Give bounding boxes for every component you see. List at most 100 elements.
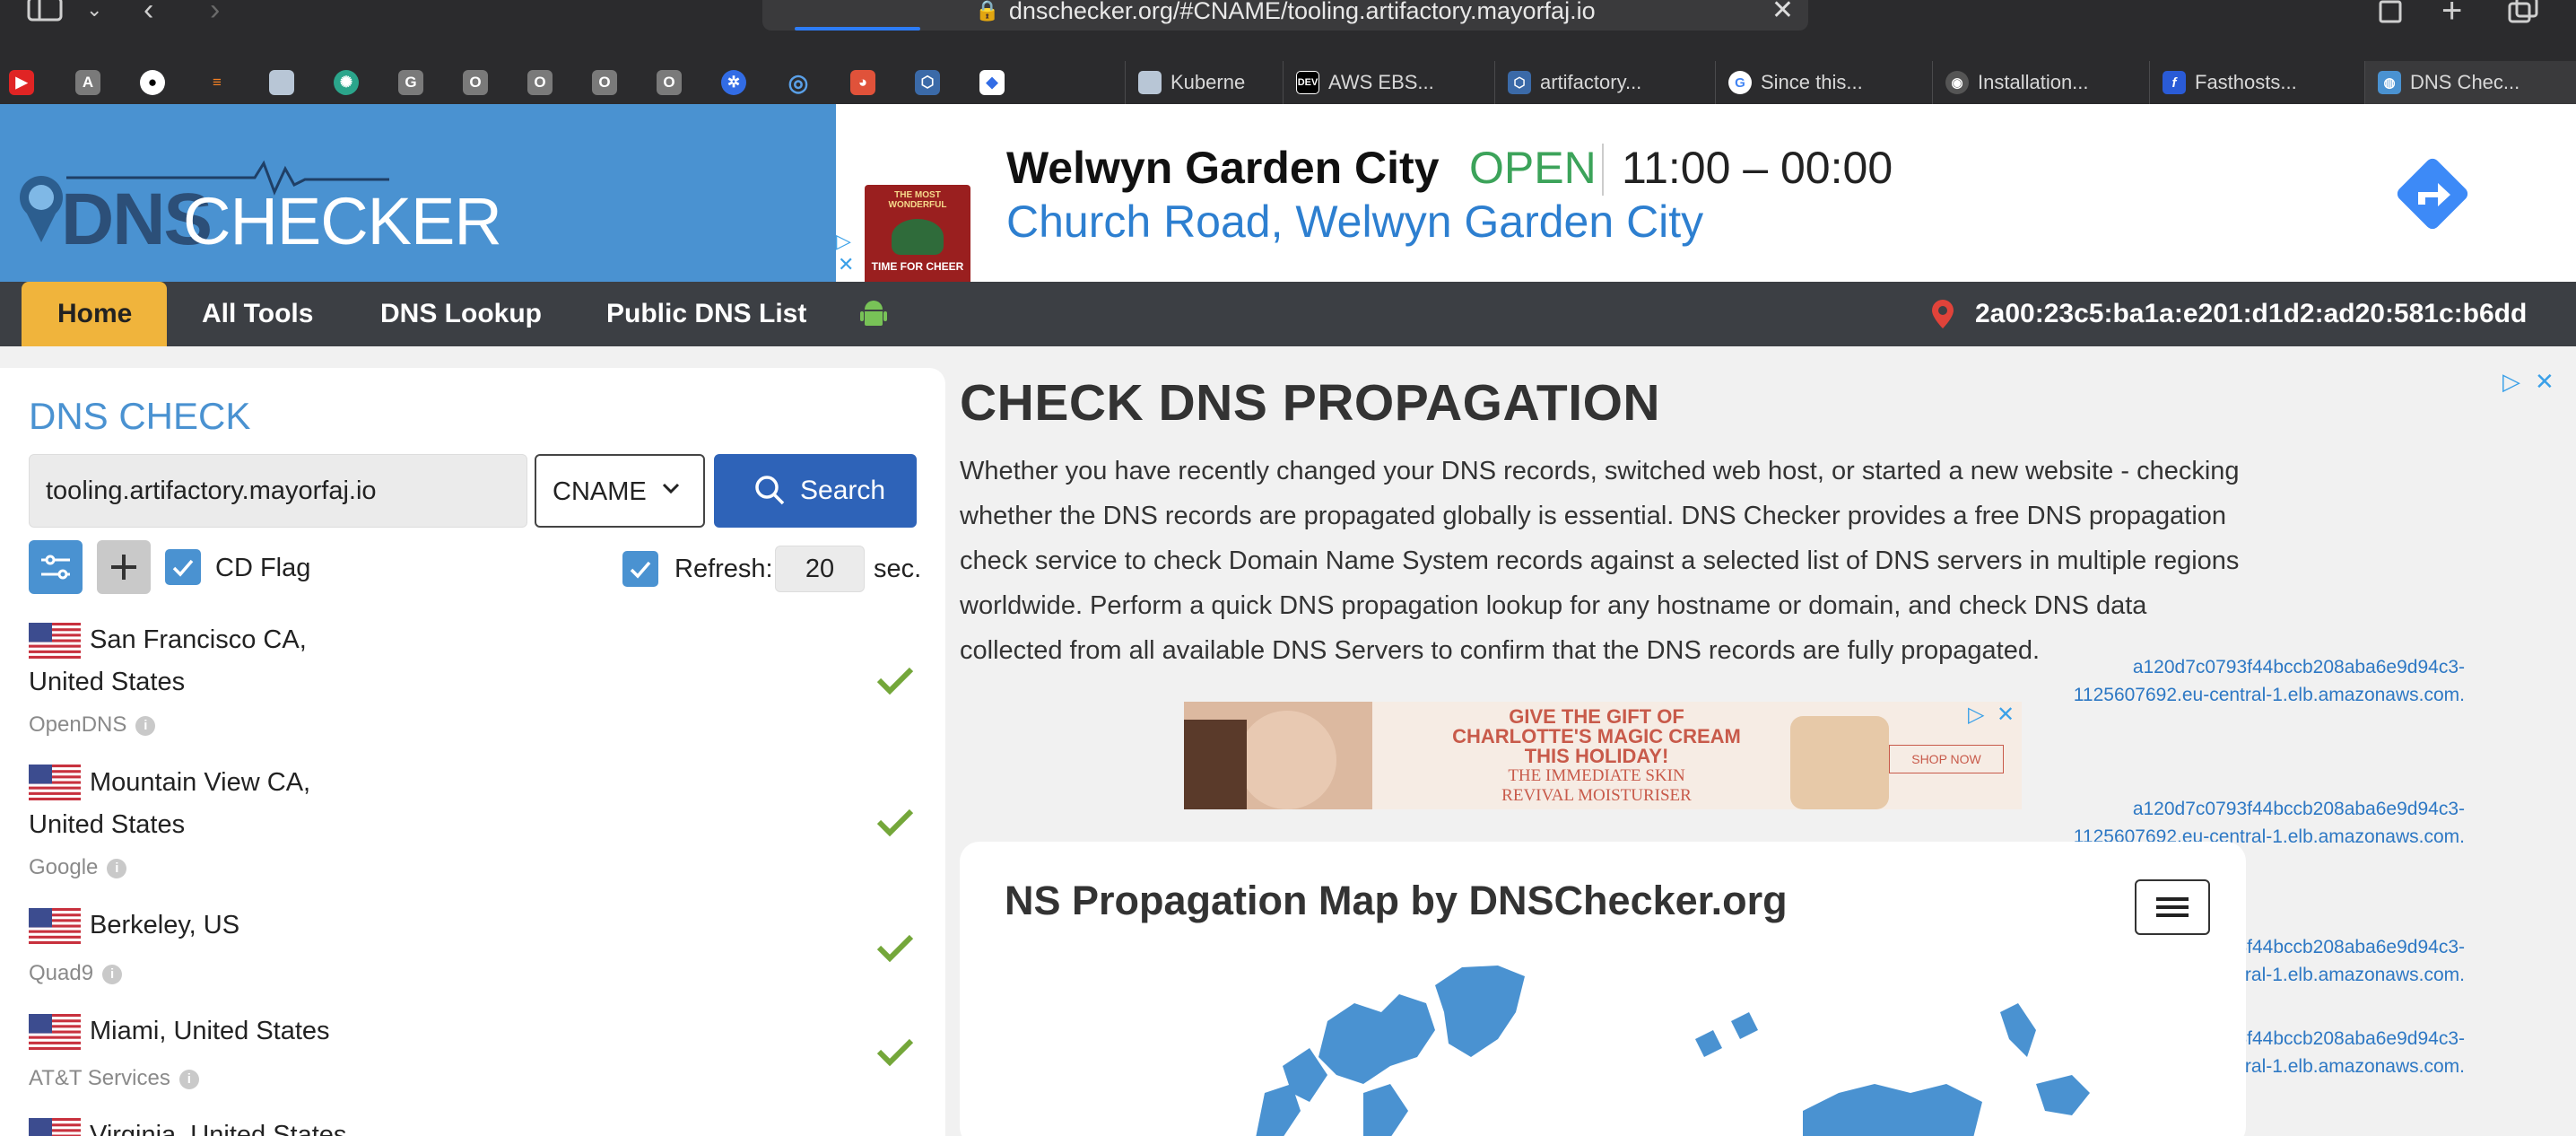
plus-icon <box>111 555 136 580</box>
tab-overview-icon[interactable] <box>2508 0 2538 31</box>
result-provider: Google i <box>29 855 127 880</box>
nav-dns-lookup[interactable]: DNS Lookup <box>380 282 542 346</box>
fasthosts-icon: f <box>2163 71 2186 94</box>
nav-all-tools[interactable]: All Tools <box>202 282 313 346</box>
tab-fasthosts[interactable]: f Fasthosts... <box>2149 61 2364 104</box>
adchoices-icon[interactable]: ▷ <box>2502 368 2520 396</box>
sliders-icon <box>41 555 70 580</box>
info-icon[interactable]: i <box>178 1069 199 1089</box>
site-header: DNS CHECKER <box>0 104 836 282</box>
tab-title: DNS Chec... <box>2410 71 2520 93</box>
url-text: dnschecker.org/#CNAME/tooling.artifactor… <box>1008 0 1596 24</box>
middle-advertisement[interactable]: GIVE THE GIFT OF CHARLOTTE'S MAGIC CREAM… <box>1184 702 2022 809</box>
tab-artifactory[interactable]: ⬡ artifactory... <box>1494 61 1715 104</box>
ad-copy-line: THIS HOLIDAY! <box>1524 745 1669 767</box>
directions-icon[interactable] <box>2391 153 2474 235</box>
result-location: Miami, United States <box>90 1017 330 1045</box>
ad-image-caption: TIME FOR CHEER <box>871 260 964 273</box>
share-icon[interactable] <box>2377 0 2404 31</box>
refresh-interval-input[interactable]: 20 <box>775 546 865 592</box>
tab-since-this[interactable]: G Since this... <box>1715 61 1932 104</box>
adchoices-icon[interactable]: ▷ <box>1968 702 1984 728</box>
adchoices-icon[interactable]: ▷ <box>836 230 851 253</box>
tab-favicon: ◉ <box>1945 71 1969 94</box>
settings-sliders-button[interactable] <box>29 540 83 594</box>
checkmark-icon <box>876 1038 914 1067</box>
world-map[interactable] <box>1229 958 2126 1136</box>
search-button-label: Search <box>800 476 886 505</box>
checkmark-icon <box>172 559 194 577</box>
ad-close-icon[interactable]: ✕ <box>1997 702 2015 728</box>
dev-icon: DEV <box>1296 71 1319 94</box>
info-icon[interactable]: i <box>135 715 156 736</box>
page-description: Whether you have recently changed your D… <box>960 457 2240 665</box>
nav-public-dns-list[interactable]: Public DNS List <box>606 282 806 346</box>
ad-product-image <box>1790 716 1889 809</box>
android-icon[interactable] <box>859 282 888 346</box>
top-advertisement[interactable]: ▷ ✕ THE MOST WONDERFUL TIME FOR CHEER We… <box>836 104 2576 291</box>
user-ip-address: 2a00:23c5:ba1a:e201:d1d2:ad20:581c:b6dd <box>1975 299 2528 328</box>
map-menu-button[interactable] <box>2135 879 2210 935</box>
ad-open-status: OPEN <box>1469 143 1597 193</box>
tab-dns-checker[interactable]: ◍ DNS Chec... <box>2364 61 2576 104</box>
back-icon[interactable]: ‹ <box>144 0 153 28</box>
record-type-select[interactable]: CNAME <box>535 454 705 528</box>
nav-home[interactable]: Home <box>57 282 132 346</box>
tab-title: Kuberne <box>1171 71 1246 93</box>
browser-chrome: ⌄ ‹ › 🔒 dnschecker.org/#CNAME/tooling.ar… <box>0 0 2576 104</box>
record-type-value: CNAME <box>553 477 647 506</box>
ad-image: THE MOST WONDERFUL TIME FOR CHEER <box>865 185 970 291</box>
tab-favicon: ⬡ <box>1508 71 1531 94</box>
checkmark-icon <box>876 808 914 837</box>
result-provider: OpenDNS i <box>29 712 156 738</box>
result-provider-name: OpenDNS <box>29 712 127 737</box>
checkmark-icon <box>876 667 914 695</box>
domain-input[interactable]: tooling.artifactory.mayorfaj.io <box>29 454 527 528</box>
ad-copy: GIVE THE GIFT OF CHARLOTTE'S MAGIC CREAM… <box>1417 707 1776 806</box>
page-title: CHECK DNS PROPAGATION <box>960 374 1661 432</box>
tab-favicon <box>1138 71 1162 94</box>
us-flag-icon <box>29 623 81 659</box>
chevron-down-icon[interactable]: ⌄ <box>86 0 102 22</box>
domain-input-value: tooling.artifactory.mayorfaj.io <box>46 476 377 505</box>
ad-close-icon[interactable]: ✕ <box>2535 368 2554 396</box>
tab-aws-ebs[interactable]: DEV AWS EBS... <box>1283 61 1494 104</box>
dnschecker-logo[interactable]: DNS CHECKER <box>13 160 502 258</box>
ad-image-top-text: THE MOST WONDERFUL <box>888 190 947 210</box>
cd-flag-checkbox[interactable] <box>165 549 201 585</box>
ad-headline: Welwyn Garden City <box>1006 143 1440 193</box>
forward-icon[interactable]: › <box>210 0 220 28</box>
result-location: San Francisco CA, <box>90 625 307 654</box>
tab-installation[interactable]: ◉ Installation... <box>1932 61 2149 104</box>
propagation-map-card: NS Propagation Map by DNSChecker.org <box>960 842 2246 1136</box>
us-flag-icon <box>29 908 81 944</box>
info-icon[interactable]: i <box>102 964 123 984</box>
ad-image-decoration <box>892 219 944 255</box>
result-location-line2: United States <box>29 668 186 696</box>
ad-close-icon[interactable]: ✕ <box>838 253 854 276</box>
search-button[interactable]: Search <box>714 454 917 528</box>
checkmark-icon <box>630 561 651 579</box>
close-icon[interactable]: ✕ <box>1771 0 1794 26</box>
result-provider-name: Quad9 <box>29 961 94 985</box>
load-progress <box>795 27 920 31</box>
new-tab-icon[interactable]: + <box>2441 0 2462 31</box>
result-location: Mountain View CA, <box>90 768 311 797</box>
tab-kubernetes[interactable]: Kuberne <box>1125 61 1283 104</box>
ad-image-decoration <box>1238 711 1336 809</box>
map-title: NS Propagation Map by DNSChecker.org <box>1005 878 1788 923</box>
result-provider: AT&T Services i <box>29 1066 199 1091</box>
checkmark-icon <box>876 934 914 963</box>
sidebar-toggle-icon[interactable] <box>27 0 63 31</box>
refresh-checkbox[interactable] <box>622 551 658 587</box>
ad-shop-now-button[interactable]: SHOP NOW <box>1889 745 2004 773</box>
refresh-label: Refresh: <box>674 555 773 583</box>
address-bar[interactable]: 🔒 dnschecker.org/#CNAME/tooling.artifact… <box>762 0 1808 31</box>
tab-title: Fasthosts... <box>2195 71 2297 93</box>
hamburger-icon <box>2156 897 2189 917</box>
info-icon[interactable]: i <box>107 858 127 878</box>
ad-model-image <box>1184 702 1372 809</box>
add-server-button[interactable] <box>97 540 151 594</box>
ad-address: Church Road, Welwyn Garden City <box>1006 197 1704 247</box>
result-location: Virginia, United States <box>90 1121 347 1136</box>
